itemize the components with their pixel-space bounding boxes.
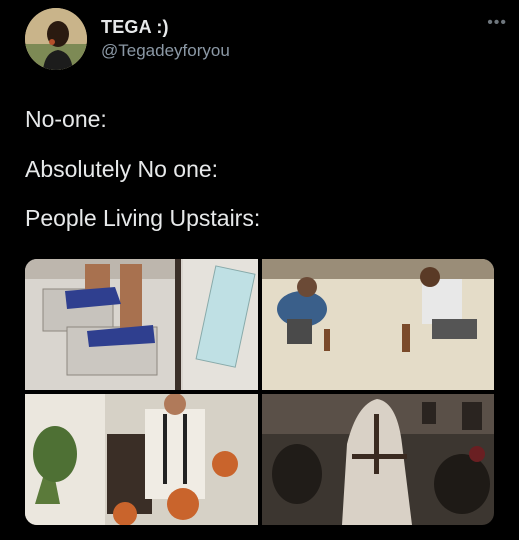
avatar[interactable] [25,8,87,70]
media-dribbling-basketballs[interactable] [25,394,258,525]
more-horizontal-icon[interactable]: ••• [487,14,507,32]
display-name[interactable]: TEGA :) [101,17,169,38]
media-cinderblock-shoes[interactable] [25,259,258,390]
tweet-text-line-3: People Living Upstairs: [25,205,261,231]
cinderblock-shoes-image [25,259,258,390]
dribbling-basketballs-image [25,394,258,525]
avatar-image [25,8,87,70]
hammering-floor-image [262,259,494,390]
media-horse-indoors[interactable] [262,394,494,525]
tweet-text-line-2: Absolutely No one: [25,156,219,182]
media-hammering-floor[interactable] [262,259,494,390]
tweet-text-line-1: No-one: [25,106,107,132]
tweet-header: TEGA :) @Tegadeyforyou ••• [23,8,506,74]
horse-indoors-image [262,394,494,525]
media-grid [25,259,494,525]
user-handle[interactable]: @Tegadeyforyou [101,41,230,61]
